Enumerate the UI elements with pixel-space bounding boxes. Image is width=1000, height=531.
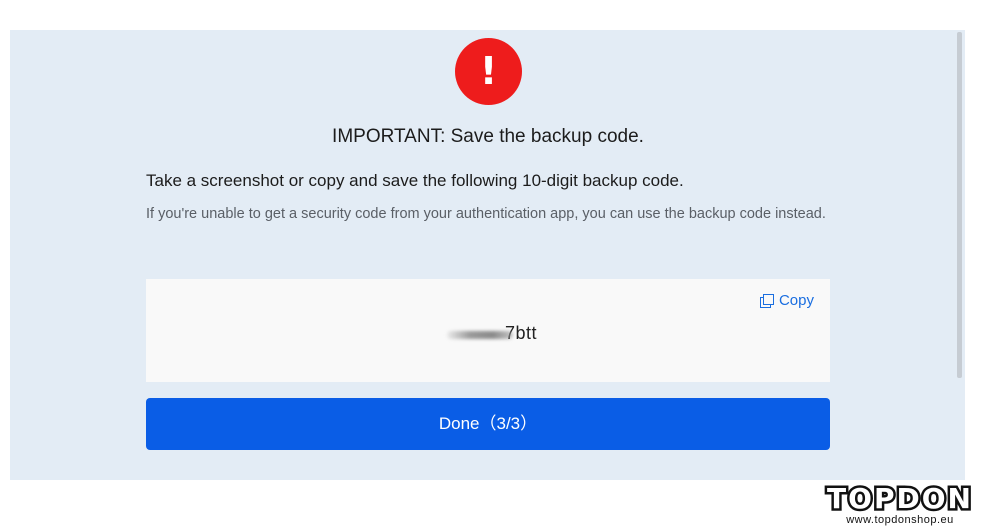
copy-label: Copy (778, 292, 814, 309)
copy-button[interactable]: Copy (759, 292, 814, 309)
backup-code-box: Copy 7btt (146, 279, 830, 382)
copy-icon (759, 293, 774, 308)
backup-code: 7btt (146, 323, 830, 344)
brand-logo: TOPDON (825, 481, 974, 516)
alert-symbol: ! (479, 49, 498, 93)
scrollbar[interactable] (957, 32, 962, 378)
info-text: If you're unable to get a security code … (146, 206, 826, 222)
topdon-watermark: TOPDON www.topdonshop.eu (815, 481, 985, 526)
brand-url: www.topdonshop.eu (846, 514, 954, 526)
redacted-code-blur (446, 330, 513, 339)
dialog-title: IMPORTANT: Save the backup code. (332, 126, 644, 147)
done-button[interactable]: Done（3/3） (146, 398, 830, 450)
instruction-text: Take a screenshot or copy and save the f… (146, 171, 684, 190)
alert-icon: ! (455, 38, 522, 105)
